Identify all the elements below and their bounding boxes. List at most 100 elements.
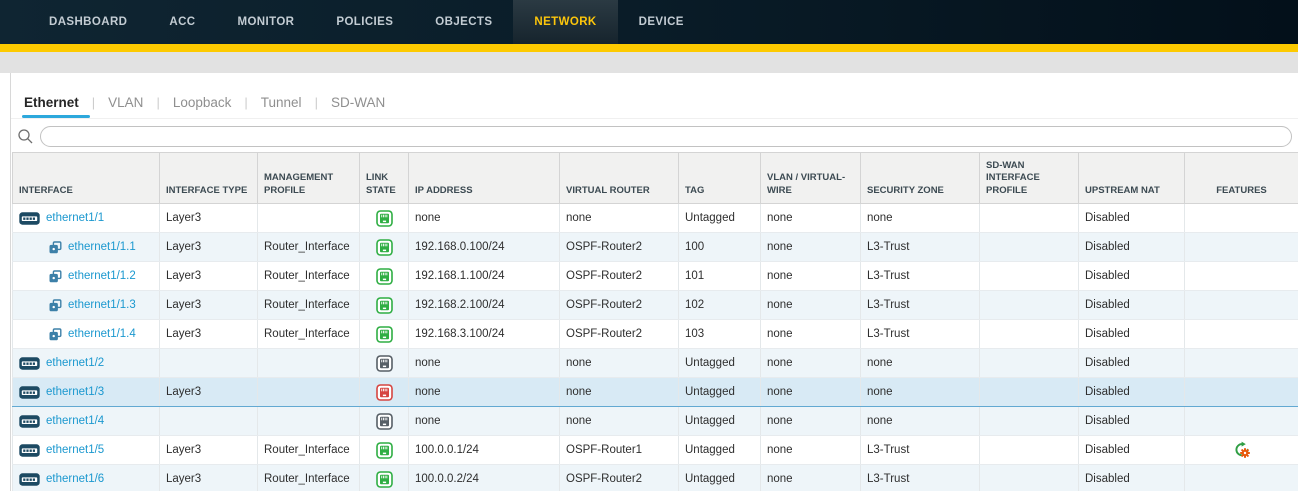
tab-tunnel[interactable]: Tunnel: [248, 95, 315, 118]
subtab-bar: Ethernet | VLAN | Loopback | Tunnel | SD…: [11, 73, 1298, 118]
col-upstream-nat[interactable]: UPSTREAM NAT: [1079, 153, 1185, 204]
cell-vlan-virtual-wire: none: [761, 349, 861, 378]
interface-link[interactable]: ethernet1/3: [46, 386, 104, 398]
table-row[interactable]: ethernet1/3 Layer3 none none Untagged no…: [13, 378, 1298, 407]
tab-ethernet[interactable]: Ethernet: [24, 95, 92, 118]
tab-vlan[interactable]: VLAN: [95, 95, 156, 118]
tab-sdwan[interactable]: SD-WAN: [318, 95, 398, 118]
subinterface-icon: [49, 328, 62, 341]
interface-cell: ethernet1/4: [13, 407, 160, 436]
col-ip-address[interactable]: IP ADDRESS: [409, 153, 560, 204]
cell-tag: Untagged: [679, 349, 761, 378]
cell-interface-type: Layer3: [160, 262, 258, 291]
cell-ip-address: none: [409, 349, 560, 378]
sdwan-feature-icon: [1233, 441, 1251, 459]
col-tag[interactable]: TAG: [679, 153, 761, 204]
interface-link[interactable]: ethernet1/1.3: [68, 299, 136, 311]
cell-virtual-router: none: [560, 204, 679, 233]
interface-link[interactable]: ethernet1/2: [46, 357, 104, 369]
tab-loopback[interactable]: Loopback: [160, 95, 245, 118]
cell-sdwan-interface-profile: [980, 465, 1079, 491]
cell-ip-address: 100.0.0.2/24: [409, 465, 560, 491]
cell-tag: 102: [679, 291, 761, 320]
link-state-icon: [376, 210, 393, 227]
cell-link-state: [360, 378, 409, 407]
interface-table-body: ethernet1/1 Layer3 none none Untagged no…: [13, 204, 1298, 491]
content-panel: Ethernet | VLAN | Loopback | Tunnel | SD…: [10, 73, 1298, 491]
interface-link[interactable]: ethernet1/5: [46, 444, 104, 456]
cell-virtual-router: OSPF-Router2: [560, 262, 679, 291]
cell-sdwan-interface-profile: [980, 262, 1079, 291]
cell-ip-address: none: [409, 378, 560, 407]
interface-link[interactable]: ethernet1/1.2: [68, 270, 136, 282]
col-interface[interactable]: INTERFACE: [13, 153, 160, 204]
cell-ip-address: 192.168.2.100/24: [409, 291, 560, 320]
gray-band: [0, 52, 1298, 73]
nav-item-dashboard[interactable]: DASHBOARD: [28, 0, 148, 44]
cell-link-state: [360, 204, 409, 233]
col-vlan-virtual-wire[interactable]: VLAN / VIRTUAL-WIRE: [761, 153, 861, 204]
cell-upstream-nat: Disabled: [1079, 349, 1185, 378]
link-state-icon: [376, 355, 393, 372]
nav-item-acc[interactable]: ACC: [148, 0, 216, 44]
table-row[interactable]: ethernet1/2 none none Untagged none non: [13, 349, 1298, 378]
col-security-zone[interactable]: SECURITY ZONE: [861, 153, 980, 204]
cell-upstream-nat: Disabled: [1079, 320, 1185, 349]
table-row[interactable]: ethernet1/1 Layer3 none none Untagged no…: [13, 204, 1298, 233]
ethernet-port-icon: [19, 357, 40, 370]
interface-link[interactable]: ethernet1/1.1: [68, 241, 136, 253]
cell-interface-type: Layer3: [160, 320, 258, 349]
col-link-state[interactable]: LINK STATE: [360, 153, 409, 204]
table-row[interactable]: ethernet1/1.4 Layer3 Router_Interface 19…: [13, 320, 1298, 349]
interface-link[interactable]: ethernet1/1.4: [68, 328, 136, 340]
nav-item-device[interactable]: DEVICE: [618, 0, 705, 44]
interface-cell: ethernet1/1.1: [13, 233, 160, 262]
cell-tag: 101: [679, 262, 761, 291]
col-features[interactable]: FEATURES: [1185, 153, 1298, 204]
search-input[interactable]: [40, 126, 1292, 147]
cell-vlan-virtual-wire: none: [761, 407, 861, 436]
cell-virtual-router: OSPF-Router2: [560, 320, 679, 349]
table-row[interactable]: ethernet1/1.2 Layer3 Router_Interface 19…: [13, 262, 1298, 291]
cell-vlan-virtual-wire: none: [761, 320, 861, 349]
link-state-icon: [376, 471, 393, 488]
cell-tag: 100: [679, 233, 761, 262]
cell-upstream-nat: Disabled: [1079, 378, 1185, 407]
col-management-profile[interactable]: MANAGEMENT PROFILE: [258, 153, 360, 204]
nav-item-monitor[interactable]: MONITOR: [216, 0, 315, 44]
col-sdwan-interface-profile[interactable]: SD-WAN INTERFACE PROFILE: [980, 153, 1079, 204]
cell-upstream-nat: Disabled: [1079, 465, 1185, 491]
cell-virtual-router: OSPF-Router2: [560, 291, 679, 320]
table-row[interactable]: ethernet1/6 Layer3 Router_Interface 100.…: [13, 465, 1298, 491]
cell-vlan-virtual-wire: none: [761, 465, 861, 491]
table-row[interactable]: ethernet1/1.1 Layer3 Router_Interface 19…: [13, 233, 1298, 262]
interface-link[interactable]: ethernet1/6: [46, 473, 104, 485]
cell-upstream-nat: Disabled: [1079, 233, 1185, 262]
col-interface-type[interactable]: INTERFACE TYPE: [160, 153, 258, 204]
table-row[interactable]: ethernet1/4 none none Untagged none non: [13, 407, 1298, 436]
nav-item-network[interactable]: NETWORK: [513, 0, 617, 44]
cell-ip-address: 192.168.3.100/24: [409, 320, 560, 349]
link-state-icon: [376, 413, 393, 430]
interfaces-table: INTERFACE INTERFACE TYPE MANAGEMENT PROF…: [12, 152, 1298, 491]
nav-item-policies[interactable]: POLICIES: [315, 0, 414, 44]
table-row[interactable]: ethernet1/1.3 Layer3 Router_Interface 19…: [13, 291, 1298, 320]
link-state-icon: [376, 442, 393, 459]
ethernet-port-icon: [19, 212, 40, 225]
col-virtual-router[interactable]: VIRTUAL ROUTER: [560, 153, 679, 204]
nav-item-objects[interactable]: OBJECTS: [414, 0, 513, 44]
cell-interface-type: [160, 407, 258, 436]
cell-virtual-router: none: [560, 378, 679, 407]
cell-virtual-router: OSPF-Router1: [560, 436, 679, 465]
ethernet-port-icon: [19, 473, 40, 486]
cell-features: [1185, 291, 1298, 320]
interface-link[interactable]: ethernet1/4: [46, 415, 104, 427]
link-state-icon: [376, 384, 393, 401]
cell-link-state: [360, 465, 409, 491]
table-row[interactable]: ethernet1/5 Layer3 Router_Interface 100.…: [13, 436, 1298, 465]
cell-interface-type: Layer3: [160, 378, 258, 407]
interface-link[interactable]: ethernet1/1: [46, 212, 104, 224]
cell-ip-address: 192.168.1.100/24: [409, 262, 560, 291]
cell-tag: Untagged: [679, 378, 761, 407]
accent-bar: [0, 44, 1298, 52]
